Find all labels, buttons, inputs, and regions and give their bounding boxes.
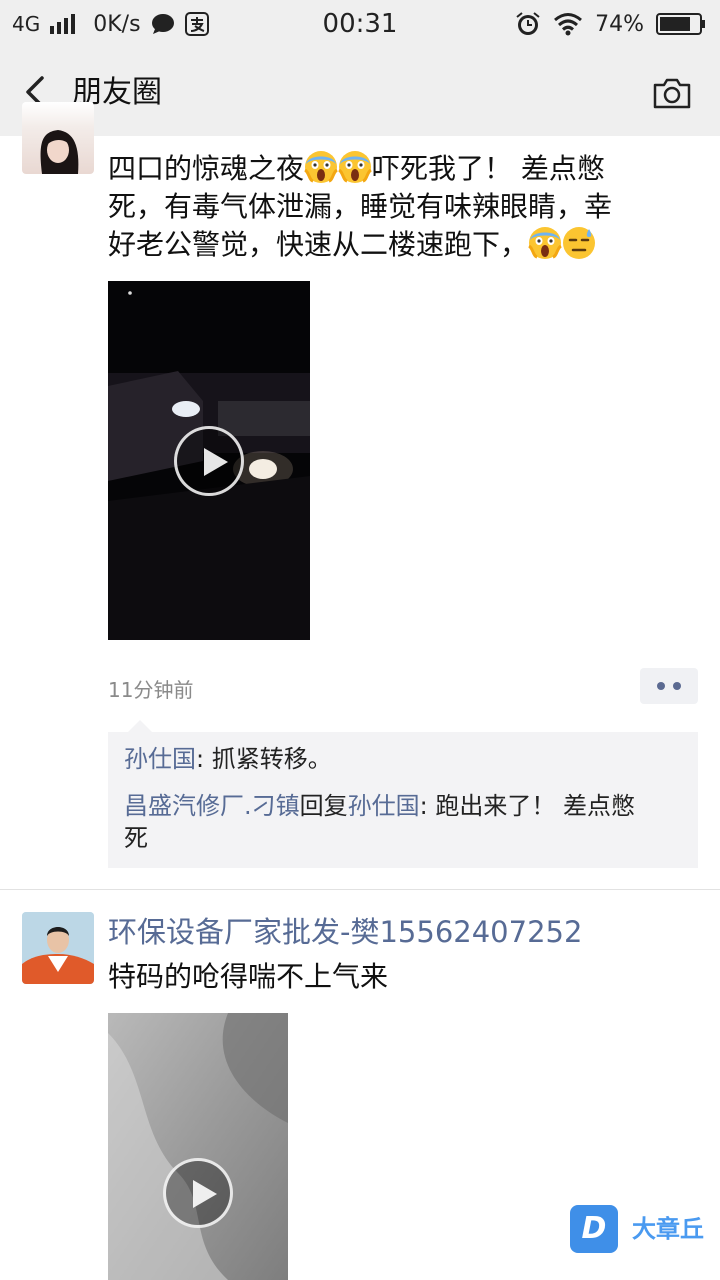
reply-word: 回复	[299, 792, 348, 820]
video-thumbnail[interactable]	[108, 1013, 288, 1280]
video-frame	[108, 1013, 288, 1280]
alarm-icon	[516, 12, 540, 35]
comment-text-continued: 死	[124, 824, 148, 852]
wifi-icon	[554, 13, 583, 36]
post-text-line: 四口的惊魂之夜 吓死我了！ 差点憋	[108, 150, 678, 188]
play-icon[interactable]	[163, 1158, 233, 1228]
sweat-emoji-icon	[563, 227, 596, 259]
camera-icon[interactable]	[652, 76, 692, 110]
status-bar: 4G 0K/s 00:31 74%	[0, 0, 720, 48]
post-author[interactable]: 环保设备厂家批发-樊15562407252	[108, 912, 582, 952]
avatar[interactable]	[22, 912, 94, 984]
comment-item[interactable]: 昌盛汽修厂.刁镇回复孙仕国: 跑出来了！ 差点憋 死	[124, 790, 684, 854]
post-text-part: 四口的惊魂之夜	[108, 152, 305, 185]
avatar[interactable]	[22, 102, 94, 174]
post-text-line: 死，有毒气体泄漏，睡觉有味辣眼睛，幸	[108, 190, 613, 223]
post-text-line: 好老公警觉，快速从二楼速跑下，	[108, 226, 678, 264]
comment-text: 抓紧转移。	[211, 745, 332, 773]
post-text: 特码的呛得喘不上气来	[108, 960, 389, 993]
comment-item[interactable]: 孙仕国: 抓紧转移。	[124, 743, 684, 775]
status-right: 74%	[515, 0, 706, 48]
comment-author[interactable]: 昌盛汽修厂.刁镇	[124, 792, 300, 820]
dot-icon	[657, 682, 665, 690]
watermark: D 大章丘	[570, 1205, 710, 1255]
video-thumbnail[interactable]	[108, 281, 310, 640]
play-icon[interactable]	[174, 426, 244, 496]
watermark-logo: D	[570, 1205, 618, 1253]
post-text-part: 好老公警觉，快速从二楼速跑下，	[108, 228, 529, 261]
battery-percent: 74%	[595, 11, 644, 37]
scream-emoji-icon	[338, 151, 372, 183]
comment-text: 跑出来了！ 差点憋	[435, 792, 635, 820]
comment-author[interactable]: 孙仕国	[124, 745, 196, 773]
post-divider	[0, 889, 720, 890]
more-actions-button[interactable]	[640, 668, 698, 704]
scream-emoji-icon	[304, 151, 338, 183]
nav-bar: 朋友圈	[0, 48, 720, 136]
post-timestamp: 11分钟前	[108, 678, 194, 702]
comment-separator: :	[196, 745, 212, 773]
scream-emoji-icon	[528, 227, 562, 259]
post-text-part: 吓死我了！ 差点憋	[372, 152, 605, 185]
watermark-text: 大章丘	[632, 1215, 704, 1243]
battery-icon	[656, 13, 705, 35]
dot-icon	[673, 682, 681, 690]
post-text: 四口的惊魂之夜 吓死我了！ 差点憋 死，有毒气体泄漏，睡觉有味辣眼睛，幸 好老公警…	[108, 150, 678, 264]
comments-box: 孙仕国: 抓紧转移。 昌盛汽修厂.刁镇回复孙仕国: 跑出来了！ 差点憋 死	[108, 720, 698, 868]
comment-separator: :	[419, 792, 436, 820]
reply-to-name[interactable]: 孙仕国	[348, 792, 420, 820]
